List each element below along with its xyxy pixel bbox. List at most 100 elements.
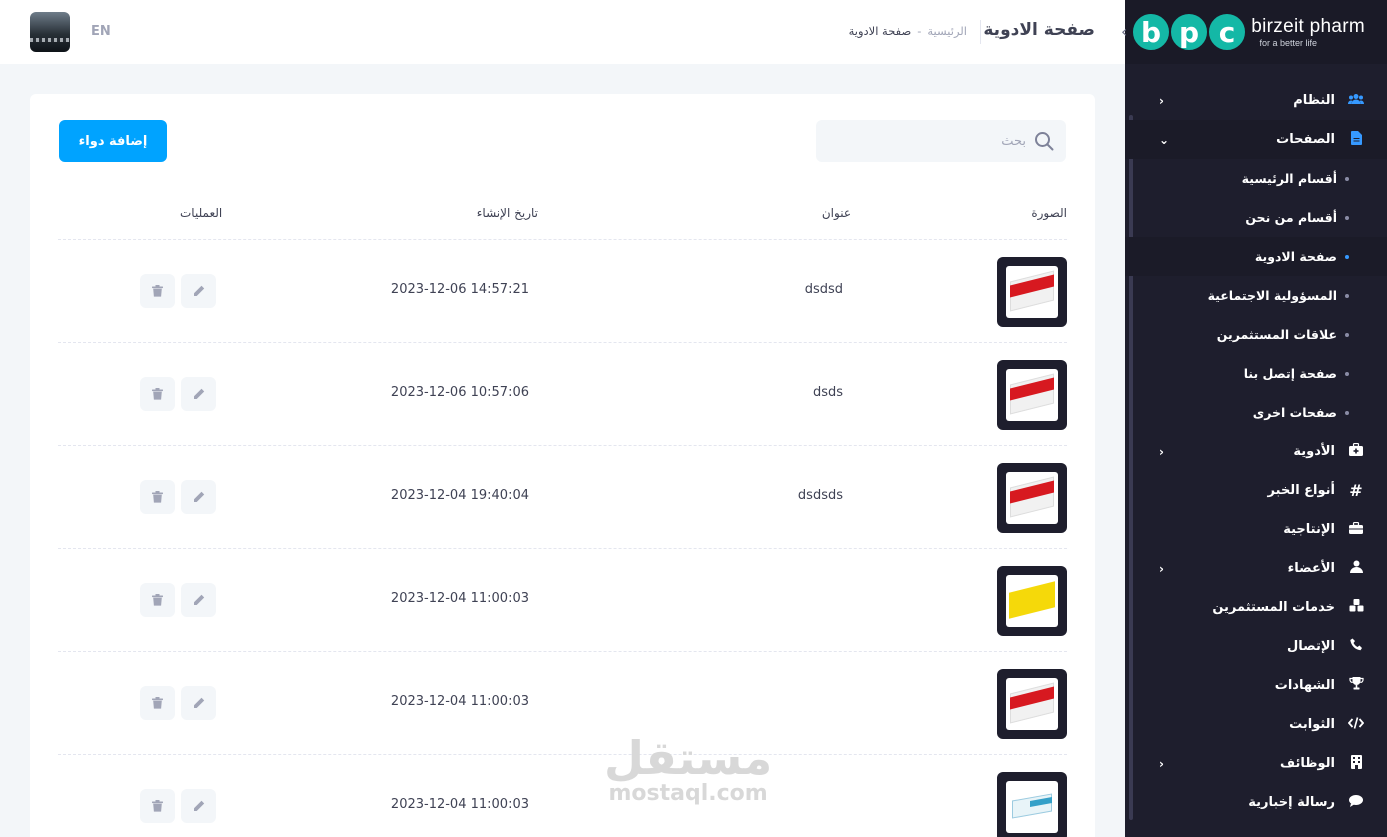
table-row: dsdsd 2023-12-06 14:57:21 xyxy=(58,240,1067,343)
sidebar-subitem-about-sections[interactable]: أقسام من نحن xyxy=(1125,198,1387,237)
breadcrumb: الرئيسية - صفحة الادوية xyxy=(849,24,967,38)
sidebar-subitem-social-responsibility[interactable]: المسؤولية الاجتماعية xyxy=(1125,276,1387,315)
medicine-thumbnail[interactable] xyxy=(997,772,1067,837)
sidebar-subitem-label: علاقات المستثمرين xyxy=(1216,327,1337,342)
brand-name: birzeit pharm xyxy=(1251,16,1365,37)
search-icon xyxy=(1034,131,1054,151)
edit-button[interactable] xyxy=(181,377,216,411)
add-medicine-button[interactable]: إضافة دواء xyxy=(59,120,167,162)
sidebar-subitem-other-pages[interactable]: صفحات اخرى xyxy=(1125,393,1387,432)
sidebar-item-label: الأعضاء xyxy=(1287,561,1335,576)
table-body: dsdsd 2023-12-06 14:57:21 dsds 2023-12-0… xyxy=(58,240,1067,837)
sidebar-item-jobs[interactable]: › الوظائف xyxy=(1125,744,1387,783)
language-switch[interactable]: EN xyxy=(91,24,111,39)
delete-button[interactable] xyxy=(140,789,175,823)
collapse-sidebar-icon[interactable]: ‹ xyxy=(1121,22,1127,41)
search-input[interactable] xyxy=(836,133,1026,149)
edit-button[interactable] xyxy=(181,686,216,720)
row-title: dsds xyxy=(812,385,843,400)
sidebar-item-members[interactable]: › الأعضاء xyxy=(1125,549,1387,588)
user-avatar[interactable] xyxy=(30,12,70,52)
row-actions xyxy=(140,789,216,823)
delete-button[interactable] xyxy=(140,686,175,720)
sidebar-item-label: الصفحات xyxy=(1276,132,1335,147)
bullet-icon xyxy=(1345,255,1349,259)
sidebar-subitem-medicines-page[interactable]: صفحة الادوية xyxy=(1125,237,1387,276)
sidebar-subitem-label: صفحة الادوية xyxy=(1254,249,1337,264)
sidebar-subitem-label: المسؤولية الاجتماعية xyxy=(1207,288,1337,303)
title-divider xyxy=(980,20,981,44)
pencil-icon xyxy=(193,697,204,708)
sidebar-item-news-types[interactable]: أنواع الخبر # xyxy=(1125,471,1387,510)
code-icon xyxy=(1347,716,1365,733)
medicines-card: إضافة دواء الصورة عنوان تاريخ الإنشاء ال… xyxy=(30,94,1095,837)
page-title: صفحة الادوية xyxy=(983,20,1095,40)
sidebar-item-certificates[interactable]: الشهادات xyxy=(1125,666,1387,705)
sidebar-subitem-home-sections[interactable]: أقسام الرئيسية xyxy=(1125,159,1387,198)
delete-button[interactable] xyxy=(140,377,175,411)
sidebar-subitem-label: أقسام الرئيسية xyxy=(1241,171,1337,186)
brand-tagline: for a better life xyxy=(1259,38,1317,48)
bullet-icon xyxy=(1345,333,1349,337)
sidebar-item-medicines[interactable]: › الأدوية xyxy=(1125,432,1387,471)
pencil-icon xyxy=(193,800,204,811)
sidebar-subitem-label: صفحة إتصل بنا xyxy=(1243,366,1337,381)
sidebar-subitem-investor-relations[interactable]: علاقات المستثمرين xyxy=(1125,315,1387,354)
row-date: 2023-12-06 10:57:06 xyxy=(390,385,529,400)
medicine-thumbnail[interactable] xyxy=(997,669,1067,739)
trash-icon xyxy=(152,594,163,606)
sidebar-item-production[interactable]: الإنتاجية xyxy=(1125,510,1387,549)
delete-button[interactable] xyxy=(140,583,175,617)
bullet-icon xyxy=(1345,372,1349,376)
medicine-thumbnail[interactable] xyxy=(997,257,1067,327)
pencil-icon xyxy=(193,388,204,399)
row-title: dsdsds xyxy=(797,488,843,503)
trophy-icon xyxy=(1347,677,1365,694)
sidebar-item-newsletter[interactable]: رسالة إخبارية xyxy=(1125,783,1387,822)
sidebar-item-label: رسالة إخبارية xyxy=(1248,795,1335,810)
sidebar-item-label: خدمات المستثمرين xyxy=(1212,600,1335,615)
sidebar-item-pages[interactable]: ⌄ الصفحات xyxy=(1125,120,1387,159)
search-box[interactable] xyxy=(816,120,1066,162)
sidebar-item-system[interactable]: › النظام xyxy=(1125,81,1387,120)
row-actions xyxy=(140,274,216,308)
pencil-icon xyxy=(193,491,204,502)
table-row: 2023-12-04 11:00:03 xyxy=(58,549,1067,652)
sidebar-item-label: الإتصال xyxy=(1287,639,1335,654)
chevron-left-icon: › xyxy=(1159,561,1164,576)
row-actions xyxy=(140,480,216,514)
edit-button[interactable] xyxy=(181,480,216,514)
sidebar-item-label: أنواع الخبر xyxy=(1267,483,1335,498)
sidebar-subitem-contact-page[interactable]: صفحة إتصل بنا xyxy=(1125,354,1387,393)
table-row: 2023-12-04 11:00:03 xyxy=(58,652,1067,755)
medicine-thumbnail[interactable] xyxy=(997,566,1067,636)
medicine-thumbnail[interactable] xyxy=(997,463,1067,533)
bullet-icon xyxy=(1345,411,1349,415)
sidebar-header: ‹ b p c birzeit pharm for a better life xyxy=(1121,0,1387,64)
column-header-date[interactable]: تاريخ الإنشاء xyxy=(477,206,538,220)
trash-icon xyxy=(152,697,163,709)
phone-icon xyxy=(1347,638,1365,655)
edit-button[interactable] xyxy=(181,274,216,308)
bullet-icon xyxy=(1345,294,1349,298)
sidebar-subitem-label: صفحات اخرى xyxy=(1252,405,1337,420)
users-icon xyxy=(1347,93,1365,109)
sidebar-item-contact[interactable]: الإتصال xyxy=(1125,627,1387,666)
medicine-thumbnail[interactable] xyxy=(997,360,1067,430)
trash-icon xyxy=(152,285,163,297)
delete-button[interactable] xyxy=(140,274,175,308)
column-header-title[interactable]: عنوان xyxy=(822,206,851,220)
delete-button[interactable] xyxy=(140,480,175,514)
row-actions xyxy=(140,583,216,617)
logo-letter-b: b xyxy=(1131,12,1171,52)
sidebar-item-label: الشهادات xyxy=(1274,678,1335,693)
bullet-icon xyxy=(1345,216,1349,220)
chevron-down-icon: ⌄ xyxy=(1159,132,1170,147)
edit-button[interactable] xyxy=(181,583,216,617)
comment-icon xyxy=(1347,794,1365,811)
breadcrumb-current: صفحة الادوية xyxy=(848,24,912,38)
sidebar-item-investor-services[interactable]: خدمات المستثمرين xyxy=(1125,588,1387,627)
edit-button[interactable] xyxy=(181,789,216,823)
sidebar-item-constants[interactable]: الثوابت xyxy=(1125,705,1387,744)
breadcrumb-home[interactable]: الرئيسية xyxy=(927,24,967,38)
